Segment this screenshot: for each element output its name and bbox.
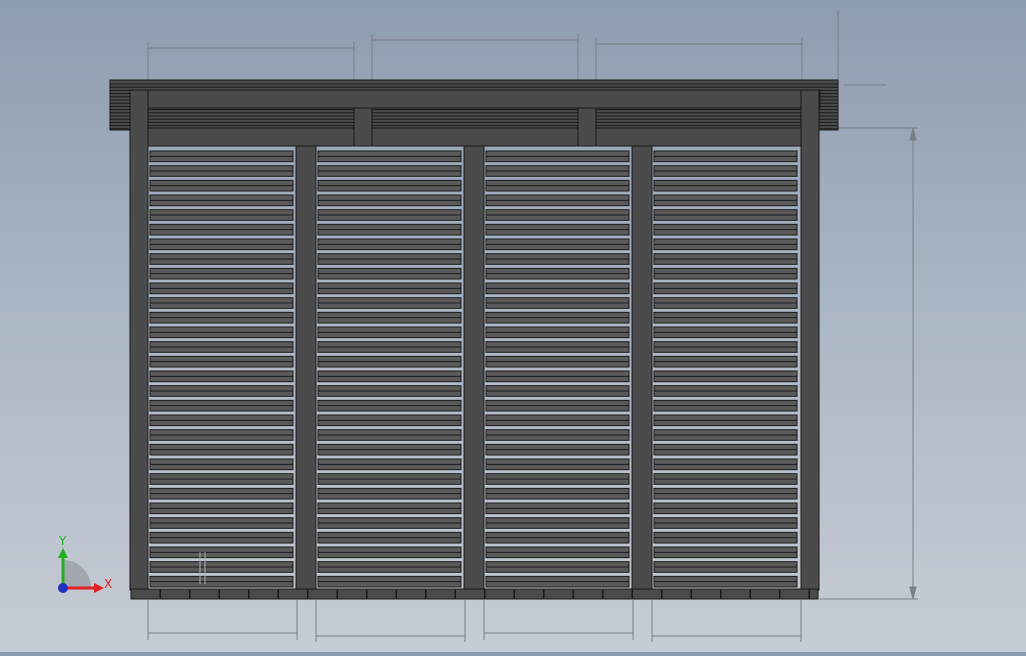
triad-background-icon (63, 560, 91, 588)
base-plank (219, 588, 249, 600)
base-plank (514, 588, 544, 600)
xyz-axis-triad-icon: Y X (58, 534, 112, 593)
base-plank (602, 588, 633, 600)
base-plank (337, 588, 367, 600)
base-plank (484, 588, 515, 600)
base-plank (455, 588, 485, 600)
base-plank (779, 588, 810, 600)
dimension-lines-top (147, 10, 886, 86)
cad-viewport[interactable]: Y X (0, 0, 1026, 652)
x-axis-arrowhead-icon (94, 583, 104, 593)
base-plank (396, 588, 426, 600)
base-plank (307, 588, 338, 600)
post-left (129, 89, 149, 591)
base-plank (809, 588, 819, 600)
post-middle (631, 145, 653, 591)
y-axis-label: Y (58, 534, 67, 548)
post-middle (463, 145, 485, 591)
dimension-lines-right (820, 127, 918, 600)
base-plank (750, 588, 780, 600)
post-middle (295, 145, 317, 591)
top-header-beam (129, 89, 821, 109)
base-plank (189, 588, 220, 600)
base-plank (366, 588, 397, 600)
z-axis-origin-icon (58, 583, 68, 593)
base-plank (573, 588, 603, 600)
model-drawing-area[interactable]: Y X (0, 0, 1026, 652)
lower-header-beam (145, 127, 803, 147)
dimension-arrow (909, 127, 917, 141)
base-plank (661, 588, 692, 600)
base-plank (160, 588, 190, 600)
base-plank (691, 588, 721, 600)
base-plank (543, 588, 574, 600)
base-plank (130, 588, 161, 600)
pergola-model[interactable] (109, 79, 839, 600)
dimension-lines-bottom (147, 600, 802, 642)
base-plank (248, 588, 279, 600)
post-right (800, 89, 820, 591)
base-plank (720, 588, 751, 600)
y-axis-arrowhead-icon (58, 548, 68, 558)
base-plank (632, 588, 662, 600)
x-axis-label: X (104, 577, 112, 591)
dimension-arrow (909, 586, 917, 600)
beam-bracket (577, 107, 597, 147)
base-plank (425, 588, 456, 600)
beam-bracket (353, 107, 373, 147)
base-plank (278, 588, 308, 600)
